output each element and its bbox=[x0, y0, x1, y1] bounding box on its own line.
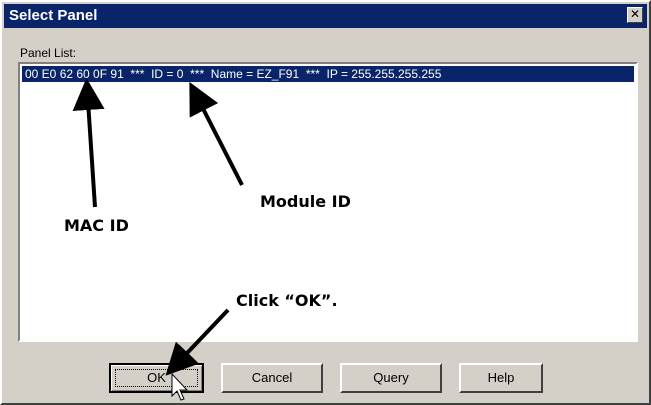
panel-list-label: Panel List: bbox=[20, 46, 77, 60]
click-ok-annotation: Click “OK”. bbox=[236, 291, 338, 310]
help-button[interactable]: Help bbox=[459, 363, 543, 393]
list-item[interactable]: 00 E0 62 60 0F 91 *** ID = 0 *** Name = … bbox=[22, 66, 634, 82]
dialog-title: Select Panel bbox=[9, 7, 98, 24]
focus-rectangle bbox=[115, 369, 198, 387]
title-bar[interactable]: Select Panel ✕ bbox=[4, 4, 647, 28]
ok-button[interactable]: OK bbox=[109, 363, 204, 393]
cancel-button[interactable]: Cancel bbox=[221, 363, 323, 393]
query-button[interactable]: Query bbox=[340, 363, 442, 393]
module-id-annotation: Module ID bbox=[260, 192, 351, 211]
close-icon: ✕ bbox=[629, 7, 641, 21]
mac-id-annotation: MAC ID bbox=[64, 216, 129, 235]
close-button[interactable]: ✕ bbox=[627, 7, 643, 23]
